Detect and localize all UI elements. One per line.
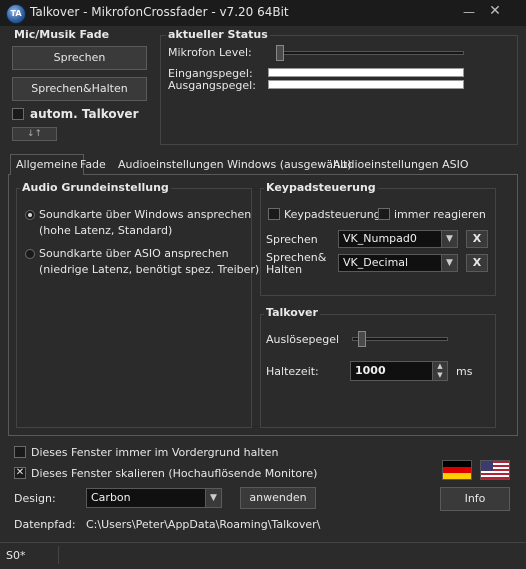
keypad-halten-clear-button[interactable]: X: [466, 254, 488, 272]
close-icon[interactable]: ✕: [484, 3, 506, 21]
tab-audio-windows[interactable]: Audioeinstellungen Windows (ausgewählt): [113, 155, 357, 174]
design-value: Carbon: [91, 491, 131, 504]
ausgang-label: Ausgangspegel:: [168, 79, 256, 92]
audio-title: Audio Grundeinstellung: [20, 181, 171, 194]
statusbar-separator: [58, 546, 59, 564]
tab-fade[interactable]: Fade: [75, 155, 111, 174]
ausgang-meter: [268, 80, 464, 89]
asio-radio[interactable]: [25, 249, 35, 259]
auto-talkover-label: autom. Talkover: [30, 107, 139, 121]
design-label: Design:: [14, 492, 56, 505]
eingang-meter: [268, 68, 464, 77]
keypad-title: Keypadsteuerung: [264, 181, 378, 194]
arrows-button[interactable]: ↓↑: [12, 127, 57, 141]
always-react-checkbox[interactable]: [378, 208, 390, 220]
stepper-down-icon[interactable]: ▼: [433, 371, 447, 380]
trigger-track: [352, 337, 448, 341]
us-flag-icon[interactable]: [480, 460, 510, 480]
keypad-halten-label-2: Halten: [266, 263, 303, 276]
keypad-enable-checkbox[interactable]: [268, 208, 280, 220]
info-button[interactable]: Info: [440, 487, 510, 511]
mic-level-track: [276, 51, 464, 55]
chevron-down-icon[interactable]: ▼: [441, 255, 457, 271]
always-react-label: immer reagieren: [394, 208, 486, 221]
sprechen-halten-button[interactable]: Sprechen&Halten: [12, 77, 147, 101]
keypad-sprechen-select[interactable]: VK_Numpad0 ▼: [338, 230, 458, 248]
foreground-checkbox[interactable]: [14, 446, 26, 458]
hold-input[interactable]: 1000 ▲ ▼: [350, 361, 448, 381]
german-flag-icon[interactable]: [442, 460, 472, 480]
keypad-sprechen-value: VK_Numpad0: [343, 232, 417, 245]
path-label: Datenpfad:: [14, 518, 76, 531]
sprechen-button[interactable]: Sprechen: [12, 46, 147, 70]
mic-level-slider[interactable]: [276, 45, 284, 61]
keypad-sprechen-label: Sprechen: [266, 233, 318, 246]
mic-level-label: Mikrofon Level:: [168, 46, 252, 59]
chevron-down-icon[interactable]: ▼: [205, 489, 221, 507]
title-bar[interactable]: TA Talkover - MikrofonCrossfader - v7.20…: [0, 0, 526, 26]
tab-allgemeine[interactable]: Allgemeine: [10, 154, 84, 175]
trigger-slider[interactable]: [358, 331, 366, 347]
keypad-sprechen-clear-button[interactable]: X: [466, 230, 488, 248]
hold-label: Haltezeit:: [266, 365, 319, 378]
chevron-down-icon[interactable]: ▼: [441, 231, 457, 247]
keypad-halten-value: VK_Decimal: [343, 256, 409, 269]
mic-fade-title: Mic/Musik Fade: [14, 28, 110, 41]
keypad-halten-select[interactable]: VK_Decimal ▼: [338, 254, 458, 272]
talkover-title: Talkover: [264, 306, 320, 319]
app-icon: TA: [6, 4, 26, 24]
auto-talkover-checkbox[interactable]: [12, 108, 24, 120]
stepper-up-icon[interactable]: ▲: [433, 362, 447, 371]
window-title: Talkover - MikrofonCrossfader - v7.20 64…: [30, 5, 289, 19]
design-select[interactable]: Carbon ▼: [86, 488, 222, 508]
hold-stepper[interactable]: ▲ ▼: [432, 362, 447, 380]
tab-audio-asio[interactable]: Audioeinstellungen ASIO: [328, 155, 474, 174]
path-value: C:\Users\Peter\AppData\Roaming\Talkover\: [86, 518, 321, 531]
keypad-enable-label: Keypadsteuerung: [284, 208, 381, 221]
windows-option-label: Soundkarte über Windows ansprechen: [39, 208, 252, 221]
hold-value: 1000: [355, 364, 386, 377]
scale-label: Dieses Fenster skalieren (Hochauflösende…: [31, 467, 318, 480]
statusbar-divider: [0, 542, 526, 543]
status-title: aktueller Status: [166, 28, 270, 41]
asio-option-label: Soundkarte über ASIO ansprechen: [39, 247, 229, 260]
asio-option-note: (niedrige Latenz, benötigt spez. Treiber…: [39, 263, 260, 276]
minimize-icon[interactable]: —: [458, 3, 480, 21]
hold-unit: ms: [456, 365, 473, 378]
windows-radio[interactable]: [25, 210, 35, 220]
apply-button[interactable]: anwenden: [240, 487, 316, 509]
scale-checkbox[interactable]: ✕: [14, 467, 26, 479]
trigger-label: Auslösepegel: [266, 333, 340, 346]
statusbar-text: S0*: [6, 549, 26, 562]
windows-option-note: (hohe Latenz, Standard): [39, 224, 173, 237]
foreground-label: Dieses Fenster immer im Vordergrund halt…: [31, 446, 279, 459]
